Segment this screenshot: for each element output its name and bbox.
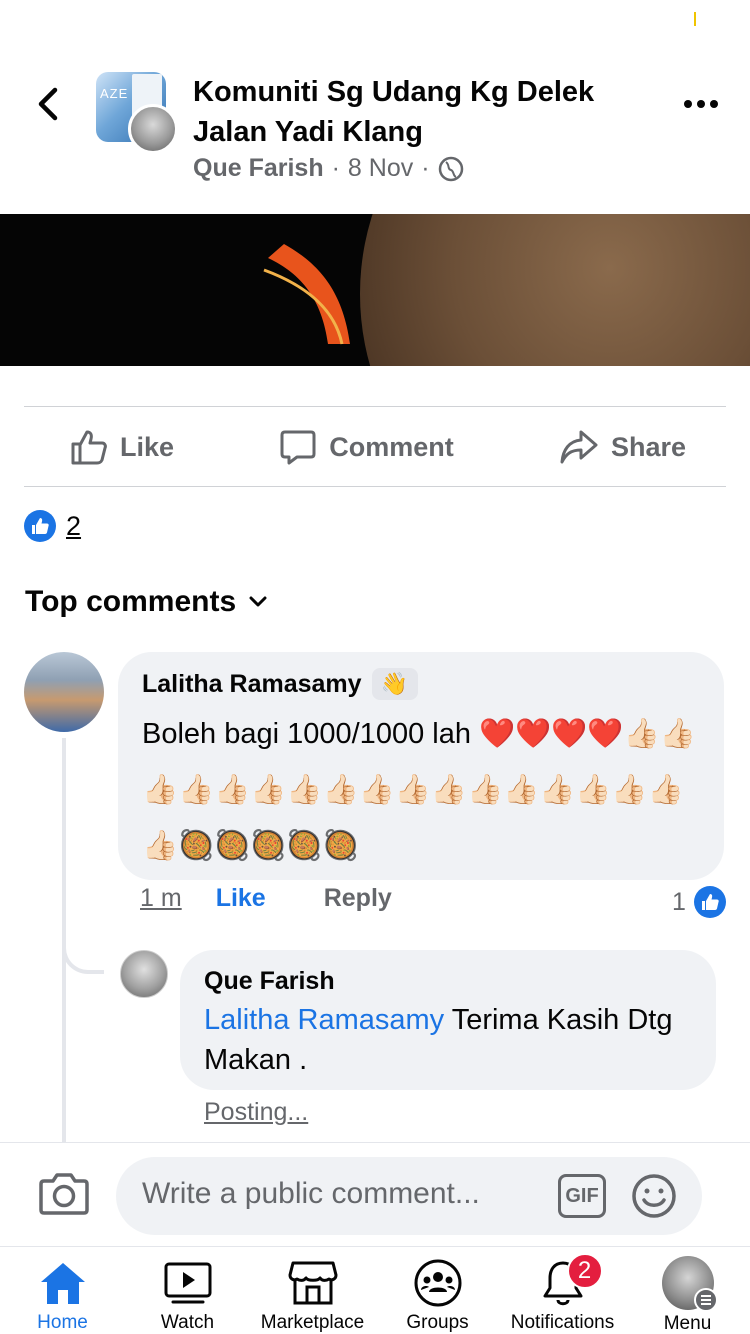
group-avatar[interactable]: AZE [96,72,180,156]
reaction-summary[interactable]: 2 [24,510,81,542]
more-options-button[interactable] [684,96,720,112]
notification-count-badge: 2 [566,1253,603,1289]
tab-label: Groups [406,1312,469,1333]
comment-sort-selector[interactable]: Top comments [25,585,268,619]
like-button[interactable]: Like [70,428,174,466]
watch-icon [162,1257,214,1308]
comment-composer: Write a public comment... GIF [0,1142,750,1246]
divider-bottom [24,486,726,487]
comment-reaction-count: 1 [672,887,686,916]
post-author[interactable]: Que Farish [193,154,324,183]
camera-button[interactable] [38,1171,90,1217]
back-button[interactable] [30,82,66,126]
status-indicator [694,12,696,26]
group-thumb-text: AZE [100,86,129,101]
comment-input-placeholder: Write a public comment... [142,1177,480,1210]
comment-time[interactable]: 1 m [140,884,182,913]
reply-bubble: Que Farish Lalitha Ramasamy Terima Kasih… [180,950,716,1090]
tab-notifications[interactable]: 2 Notifications [500,1247,625,1334]
thumbs-up-icon [71,430,107,465]
post-header: AZE Komuniti Sg Udang Kg Delek Jalan Yad… [0,60,750,210]
comment-bubble-icon [280,430,316,465]
chevron-left-icon [38,87,58,121]
post-date[interactable]: 8 Nov [348,154,413,183]
reply-author-name[interactable]: Que Farish [204,964,692,998]
dot-icon [710,100,718,108]
thread-connector [62,900,104,974]
tab-menu[interactable]: Menu [625,1247,750,1334]
like-reaction-icon [24,510,56,542]
smiley-icon [632,1174,676,1218]
commenter-name[interactable]: Lalitha Ramasamy [142,670,362,699]
reply-text: Lalitha Ramasamy Terima Kasih Dtg Makan … [204,1000,692,1080]
chevron-down-icon [249,596,267,607]
groups-icon [412,1257,464,1308]
dot-icon [684,100,692,108]
bottom-tab-bar: Home Watch Marketplace Groups 2 Notifica… [0,1246,750,1334]
comment-button[interactable]: Comment [279,428,454,466]
posting-status: Posting... [204,1098,309,1126]
comment-text: Boleh bagi 1000/1000 lah ❤️❤️❤️❤️👍🏻👍🏻👍🏻👍… [142,718,696,862]
post-photo[interactable] [0,214,750,366]
comment-sort-label: Top comments [25,585,237,618]
bell-icon: 2 [537,1253,603,1308]
gif-button[interactable]: GIF [558,1174,606,1218]
tab-label: Watch [160,1312,215,1333]
tab-watch[interactable]: Watch [125,1247,250,1334]
home-icon [37,1257,89,1308]
divider-top [24,406,726,407]
globe-icon [438,156,463,181]
commenter-avatar[interactable] [24,652,104,732]
comment-label: Comment [329,431,454,462]
camera-icon [39,1173,89,1215]
menu-avatar [661,1256,718,1312]
tab-label: Home [37,1312,88,1333]
dot-icon [697,100,705,108]
post-action-bar: Like Comment Share [24,408,726,486]
tab-label: Marketplace [260,1312,365,1333]
meta-separator-2: · [421,154,430,182]
commenter-name-row: Lalitha Ramasamy 👋 [142,666,700,702]
mention-link[interactable]: Lalitha Ramasamy [204,1004,444,1036]
tab-marketplace[interactable]: Marketplace [250,1247,375,1334]
reaction-count[interactable]: 2 [66,511,81,542]
hamburger-icon [693,1288,718,1312]
profile-avatar [661,1256,718,1312]
like-reaction-icon [693,886,726,918]
tab-groups[interactable]: Groups [375,1247,500,1334]
emoji-button[interactable] [630,1172,678,1220]
meta-separator: · [331,154,340,182]
share-label: Share [610,431,686,462]
author-avatar[interactable] [128,104,178,154]
like-label: Like [120,431,175,462]
post-meta: Que Farish · 8 Nov · [193,154,464,183]
group-title[interactable]: Komuniti Sg Udang Kg Delek Jalan Yadi Kl… [193,72,663,152]
tab-label: Menu [663,1313,712,1334]
reply-author-avatar[interactable] [120,950,168,998]
comment-input[interactable]: Write a public comment... GIF [116,1157,702,1235]
comment-meta: 1 m Like Reply [140,884,392,913]
tab-label: Notifications [510,1312,615,1333]
share-button[interactable]: Share [559,428,686,466]
comment-reaction-summary[interactable]: 1 [672,886,726,918]
new-member-badge[interactable]: 👋 [371,668,418,700]
share-arrow-icon [560,430,598,464]
comment-reply-button[interactable]: Reply [324,884,392,913]
comment-like-button[interactable]: Like [216,884,266,913]
logo-arc-graphic [263,244,350,345]
tab-home[interactable]: Home [0,1247,125,1334]
marketplace-icon [287,1257,339,1308]
food-pan-image [360,214,750,366]
comment-bubble: Lalitha Ramasamy 👋 Boleh bagi 1000/1000 … [118,652,724,880]
